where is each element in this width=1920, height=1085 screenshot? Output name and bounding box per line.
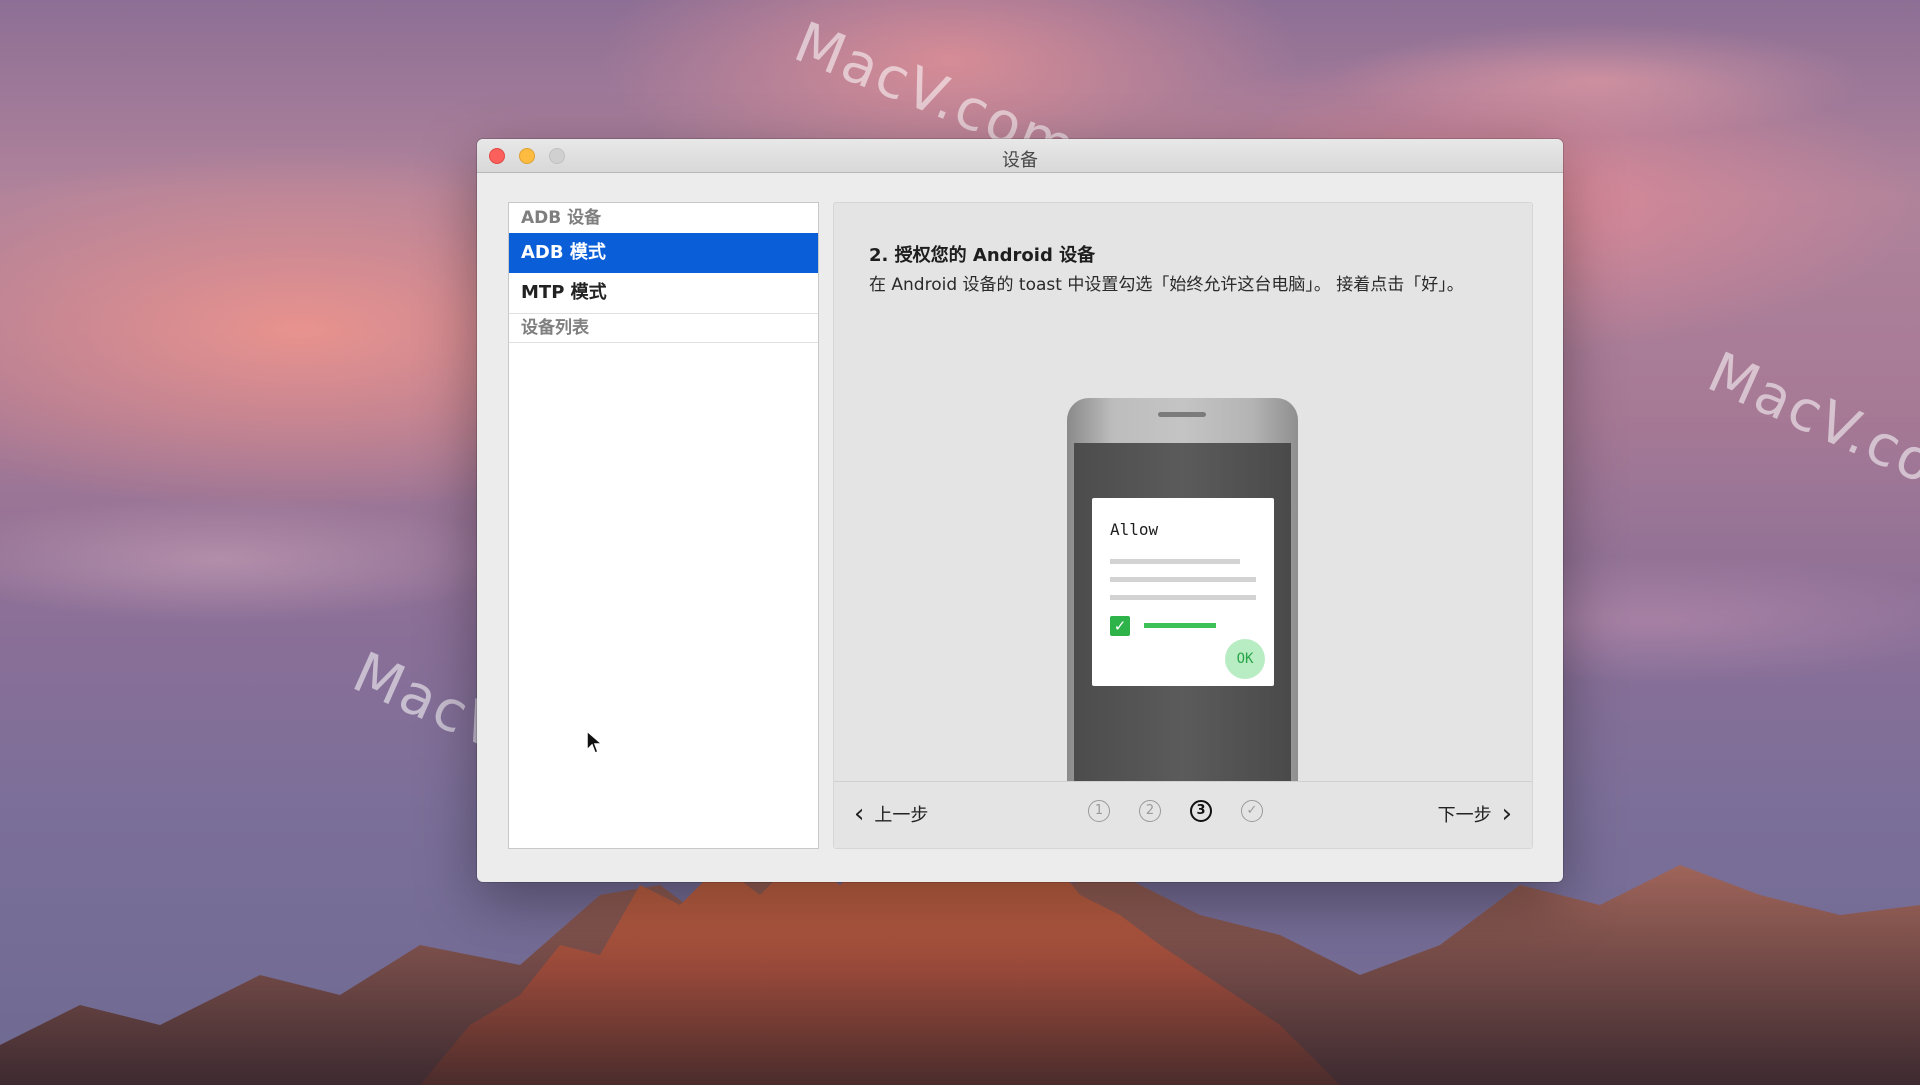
phone-speaker [1158,412,1206,417]
step-title: 2. 授权您的 Android 设备 [869,245,1096,266]
phone-screen: Allow ✓ OK [1074,443,1291,798]
sidebar-section-adb: ADB 设备 [521,208,602,228]
mouse-pointer-icon [586,730,604,754]
device-sidebar: ADB 设备 ADB 模式 MTP 模式 设备列表 [508,202,819,849]
sidebar-item-mtp-mode[interactable]: MTP 模式 [509,273,818,313]
dialog-text-line [1110,595,1256,600]
step-3-indicator: 3 [1190,800,1212,822]
checkbox-label-line [1144,623,1216,628]
dialog-ok-button: OK [1225,639,1265,679]
dialog-text-line [1110,559,1240,564]
phone-illustration: Allow ✓ OK [1067,398,1298,798]
setup-panel: 2. 授权您的 Android 设备 在 Android 设备的 toast 中… [833,202,1533,849]
desktop-background: MacV.com MacV.co MacV.com 设备 ADB 设备 ADB … [0,0,1920,1085]
step-2-indicator: 2 [1139,800,1161,822]
step-indicator: 1 2 3 ✓ [1088,800,1263,822]
sidebar-section-device-list: 设备列表 [509,313,818,343]
devices-window: 设备 ADB 设备 ADB 模式 MTP 模式 设备列表 2. 授权您的 And… [477,139,1563,882]
sidebar-item-adb-mode[interactable]: ADB 模式 [509,233,818,273]
previous-step-button[interactable]: ‹ 上一步 [854,801,928,827]
step-description: 在 Android 设备的 toast 中设置勾选「始终允许这台电脑」。 接着点… [869,275,1464,295]
next-step-label: 下一步 [1437,805,1492,826]
chevron-right-icon: › [1501,799,1512,829]
wizard-footer: ‹ 上一步 1 2 3 ✓ 下一步 › [834,781,1532,848]
next-step-button[interactable]: 下一步 › [1438,801,1512,827]
step-done-indicator: ✓ [1241,800,1263,822]
window-titlebar[interactable]: 设备 [477,139,1563,173]
previous-step-label: 上一步 [874,805,929,826]
dialog-text-line [1110,577,1256,582]
dialog-title: Allow [1110,520,1159,539]
chevron-left-icon: ‹ [854,799,865,829]
checkbox-checked-icon: ✓ [1110,616,1130,636]
allow-dialog-illustration: Allow ✓ OK [1092,498,1274,686]
window-title: 设备 [1002,150,1038,171]
step-1-indicator: 1 [1088,800,1110,822]
